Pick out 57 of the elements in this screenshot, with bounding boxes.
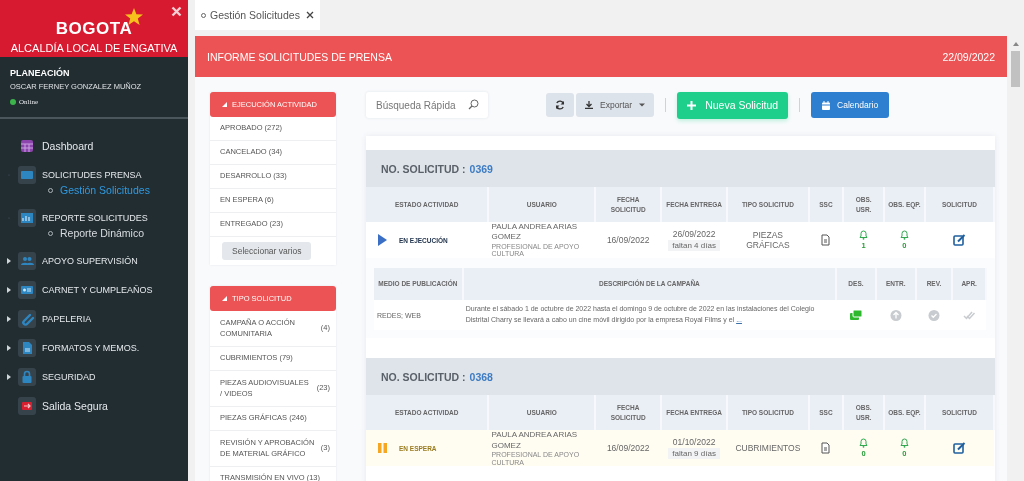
tab-label: Gestión Solicitudes <box>210 9 300 21</box>
menu-group[interactable]: PAPELERIA <box>42 313 92 324</box>
due-date: 26/09/2022 <box>672 229 716 240</box>
scrollbar-thumb[interactable] <box>1011 51 1020 87</box>
request-type: PIEZAS GRÁFICAS <box>746 230 790 251</box>
due-date: 01/10/2022 <box>672 437 716 448</box>
logo-text: BOGOTA <box>55 19 133 38</box>
bell-icon[interactable] <box>859 230 869 241</box>
menu-group[interactable]: SEGURIDAD <box>42 371 96 382</box>
pause-icon <box>377 441 388 456</box>
request-type: CUBRIMIENTOS <box>735 443 801 454</box>
menu-group[interactable]: CARNET Y CUMPLEAÑOS <box>42 284 153 295</box>
remaining-days: faltan 4 días <box>668 240 720 252</box>
bell-icon[interactable] <box>899 230 909 241</box>
plus-icon <box>687 100 697 110</box>
status-dot <box>10 99 16 105</box>
brand-subtitle: ALCALDÍA LOCAL DE ENGATIVA <box>10 42 178 54</box>
menu-group[interactable]: REPORTE SOLICITUDES <box>42 212 148 223</box>
calendar-button[interactable]: Calendario <box>811 92 890 118</box>
user-name: PAULA ANDREA ARIAS GOMEZ <box>491 222 579 243</box>
download-icon <box>585 101 593 109</box>
tab[interactable]: Gestión Solicitudes <box>195 0 320 30</box>
calendar-icon <box>822 100 831 110</box>
menu-group[interactable]: SOLICITUDES PRENSA <box>42 169 142 180</box>
menu-item[interactable]: Dashboard <box>42 139 94 152</box>
edit-icon[interactable] <box>952 442 966 455</box>
menu-item[interactable]: Salida Segura <box>42 399 108 412</box>
report-date: 22/09/2022 <box>942 50 995 63</box>
submenu-item[interactable]: Gestión Solicitudes <box>60 184 150 196</box>
document-icon[interactable] <box>821 234 831 247</box>
bell-icon[interactable] <box>859 438 869 449</box>
user-role: PLANEACIÓN <box>10 68 71 78</box>
expanded-icon <box>222 296 227 301</box>
submenu-item[interactable]: Reporte Dinámico <box>60 227 145 239</box>
edit-icon[interactable] <box>952 234 966 247</box>
request-date: 16/09/2022 <box>606 443 650 454</box>
select-multiple-button[interactable]: Seleccionar varios <box>222 242 312 260</box>
user-name: PAULA ANDREA ARIAS GOMEZ <box>491 430 579 451</box>
remaining-days: faltan 9 días <box>668 448 720 460</box>
export-button[interactable]: Exportar <box>576 93 655 117</box>
document-icon[interactable] <box>821 442 831 455</box>
scroll-up-icon[interactable] <box>1012 41 1019 46</box>
search-icon <box>468 99 479 110</box>
menu-group[interactable]: APOYO SUPERVISIÓN <box>42 255 138 266</box>
report-title: INFORME SOLICITUDES DE PRENSA <box>207 50 392 63</box>
bell-icon[interactable] <box>899 438 909 449</box>
refresh-icon <box>555 100 565 110</box>
search-field[interactable]: Búsqueda Rápida <box>366 92 488 118</box>
request-label: NO. SOLICITUD : <box>381 370 466 383</box>
menu-group[interactable]: FORMATOS Y MEMOS. <box>42 342 140 353</box>
play-icon <box>377 233 388 248</box>
request-label: NO. SOLICITUD : <box>381 162 466 175</box>
refresh-button[interactable] <box>546 93 574 117</box>
expanded-icon <box>222 102 227 107</box>
close-icon[interactable] <box>305 11 314 19</box>
caret-icon <box>639 102 646 108</box>
request-date: 16/09/2022 <box>606 235 650 246</box>
